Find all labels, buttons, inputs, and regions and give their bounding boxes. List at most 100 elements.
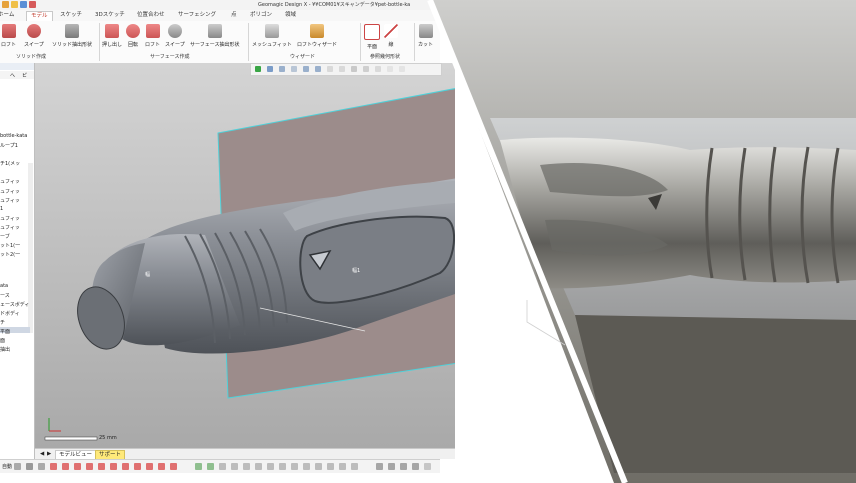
app-icon[interactable]	[2, 1, 9, 8]
status-icon[interactable]	[170, 463, 177, 470]
view-icon[interactable]	[327, 66, 333, 72]
status-icon[interactable]	[279, 463, 286, 470]
loft-wizard-button[interactable]: ロフトウィザード	[297, 24, 337, 48]
status-icon[interactable]	[110, 463, 117, 470]
view-icon[interactable]	[279, 66, 285, 72]
status-icon[interactable]	[207, 463, 214, 470]
tree-item[interactable]: ット1(一	[0, 242, 20, 249]
view-icon[interactable]	[363, 66, 369, 72]
status-icon[interactable]	[303, 463, 310, 470]
status-icon[interactable]	[86, 463, 93, 470]
status-icon[interactable]	[26, 463, 33, 470]
sweep-surface-button[interactable]: スイープ	[165, 24, 185, 48]
tree-item[interactable]: ェースボディ	[0, 301, 29, 308]
tree-item[interactable]: ーブ	[0, 233, 10, 240]
status-icon[interactable]	[339, 463, 346, 470]
tab-sketch[interactable]: スケッチ	[60, 11, 82, 20]
status-icon[interactable]	[98, 463, 105, 470]
solid-extract-button[interactable]: ソリッド抽出形状	[52, 24, 92, 48]
status-icon[interactable]	[38, 463, 45, 470]
view-icon[interactable]	[399, 66, 405, 72]
status-icon[interactable]	[74, 463, 81, 470]
view-icon[interactable]	[339, 66, 345, 72]
status-icon[interactable]	[146, 463, 153, 470]
tree-item[interactable]: ループ1	[0, 142, 18, 149]
status-icon[interactable]	[388, 463, 395, 470]
nav-arrow-icon[interactable]: ▶	[44, 450, 54, 458]
tree-item[interactable]: ュフィッ	[0, 224, 20, 231]
view-icon[interactable]	[375, 66, 381, 72]
view-icon[interactable]	[387, 66, 393, 72]
sweep-surface-icon	[167, 24, 182, 38]
undo-icon[interactable]	[29, 1, 36, 8]
tree-item[interactable]: ュフィッ	[0, 178, 20, 185]
tree-item[interactable]: bottle-kata	[0, 133, 27, 139]
status-icon[interactable]	[134, 463, 141, 470]
panel-tool-label[interactable]: へ	[10, 72, 15, 79]
view-icon[interactable]	[267, 66, 273, 72]
status-icon[interactable]	[50, 463, 57, 470]
tree-item[interactable]: チ1(メッ	[0, 160, 20, 167]
button-label: ロフト	[1, 42, 17, 48]
loft-surface-button[interactable]: ロフト	[145, 24, 160, 48]
status-icon[interactable]	[351, 463, 358, 470]
status-icon[interactable]	[122, 463, 129, 470]
status-icon[interactable]	[315, 463, 322, 470]
status-icon[interactable]	[267, 463, 274, 470]
tree-item[interactable]: 1	[0, 206, 3, 212]
tree-item[interactable]: チ	[0, 319, 5, 326]
status-mode[interactable]: 自動	[2, 463, 12, 470]
tree-item[interactable]: ット2(一	[0, 251, 20, 258]
tree-item[interactable]: ュフィッ	[0, 188, 20, 195]
status-icon[interactable]	[376, 463, 383, 470]
status-icon[interactable]	[62, 463, 69, 470]
status-icon[interactable]	[255, 463, 262, 470]
view-icon[interactable]	[303, 66, 309, 72]
status-icon[interactable]	[243, 463, 250, 470]
tree-item[interactable]: ュフィッ	[0, 215, 20, 222]
status-icon[interactable]	[412, 463, 419, 470]
tab-surfacing[interactable]: サーフェシング	[178, 11, 216, 20]
tab-point[interactable]: 点	[231, 11, 237, 20]
status-icon[interactable]	[291, 463, 298, 470]
tree-item[interactable]: ース	[0, 292, 10, 299]
status-icon[interactable]	[219, 463, 226, 470]
mesh-fit-button[interactable]: メッシュフィット	[252, 24, 292, 48]
tree-item[interactable]: ドボディ	[0, 310, 20, 317]
plane-button[interactable]: 平面	[364, 24, 380, 50]
status-icon[interactable]	[14, 463, 21, 470]
status-icon[interactable]	[400, 463, 407, 470]
tree-item[interactable]: 平面	[0, 328, 10, 335]
status-icon[interactable]	[327, 463, 334, 470]
tab-model[interactable]: モデル	[26, 11, 53, 21]
loft-solid-button[interactable]: ロフト	[1, 24, 16, 48]
revolve-button[interactable]: 回転	[126, 24, 140, 48]
line-button[interactable]: 線	[384, 24, 398, 48]
open-icon[interactable]	[11, 1, 18, 8]
tab-3d-sketch[interactable]: 3Dスケッチ	[95, 11, 125, 20]
sweep-solid-button[interactable]: スイープ	[24, 24, 44, 48]
panel-tool-label[interactable]: ピ	[22, 72, 27, 79]
cut-button[interactable]: カット	[418, 24, 433, 48]
3d-viewport[interactable]: 幅 幅1 25 mm	[35, 63, 455, 448]
view-icon[interactable]	[255, 66, 261, 72]
status-icon[interactable]	[195, 463, 202, 470]
status-icon[interactable]	[231, 463, 238, 470]
view-icon[interactable]	[351, 66, 357, 72]
tab-region[interactable]: 領域	[285, 11, 296, 20]
view-icon[interactable]	[315, 66, 321, 72]
tab-home[interactable]: ホーム	[0, 11, 14, 20]
surface-extract-button[interactable]: サーフェース抽出形状	[190, 24, 239, 48]
tab-polygon[interactable]: ポリゴン	[250, 11, 272, 20]
extrude-button[interactable]: 押し出し	[102, 24, 122, 48]
save-icon[interactable]	[20, 1, 27, 8]
group-divider	[99, 23, 100, 61]
tab-alignment[interactable]: 位置合わせ	[137, 11, 165, 20]
tree-item[interactable]: 面	[0, 337, 5, 344]
status-icon[interactable]	[158, 463, 165, 470]
tree-item[interactable]: ata	[0, 283, 8, 289]
view-icon[interactable]	[291, 66, 297, 72]
tree-item[interactable]: ュフィッ	[0, 197, 20, 204]
tree-item[interactable]: 抽出	[0, 346, 10, 353]
status-icon[interactable]	[424, 463, 431, 470]
